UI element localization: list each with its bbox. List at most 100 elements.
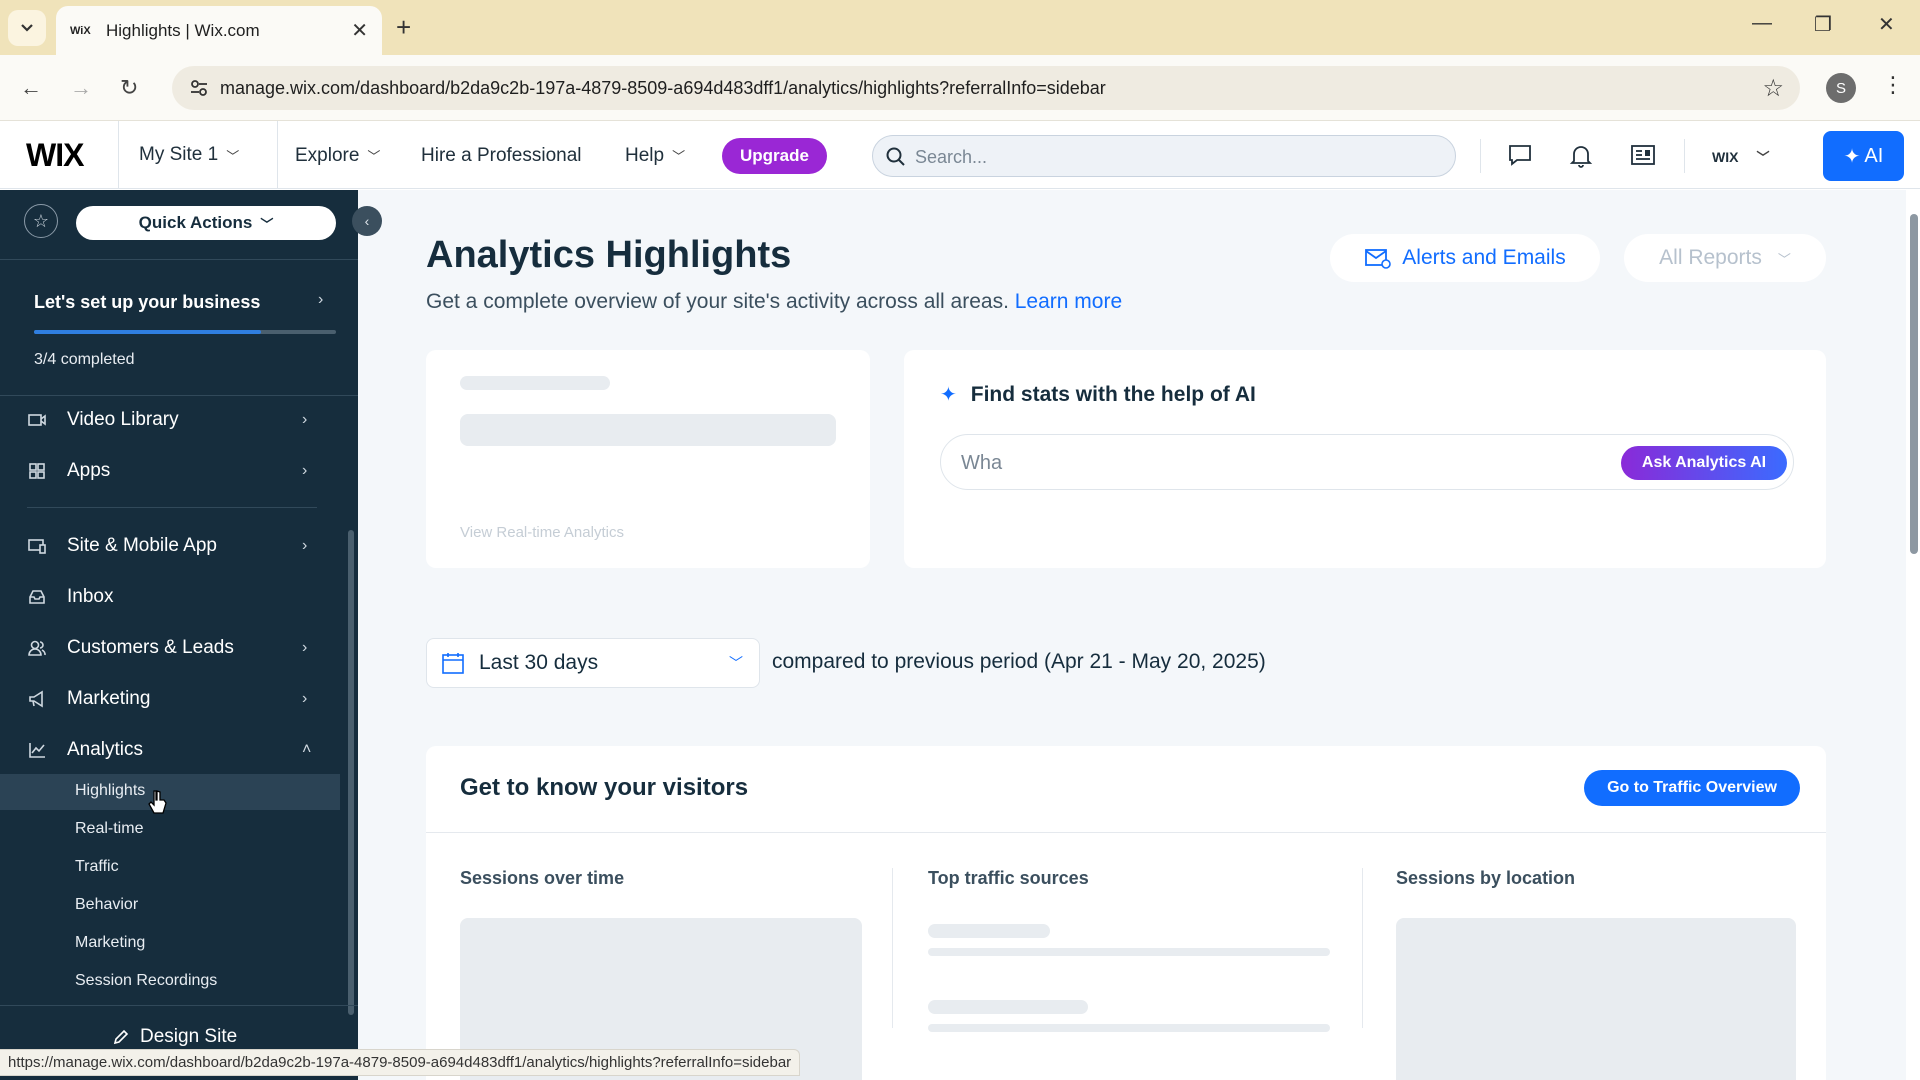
bookmark-star-icon[interactable]: ☆ — [1762, 74, 1784, 103]
wix-topbar: WIX My Site 1 ﹀ Explore ﹀ Hire a Professi… — [0, 121, 1920, 189]
chevron-down-icon — [21, 24, 33, 32]
setup-progress-bar — [34, 330, 336, 334]
help-label: Help — [625, 145, 665, 166]
account-menu[interactable]: WIX ﹀ — [1712, 147, 1769, 166]
divider — [27, 507, 317, 508]
sparkle-icon: ✦ — [1843, 145, 1861, 168]
visitors-title: Get to know your visitors — [460, 774, 749, 801]
chevron-down-icon: ﹀ — [1777, 251, 1791, 267]
chevron-right-icon: › — [302, 537, 308, 554]
search-field[interactable] — [872, 135, 1456, 177]
back-icon[interactable]: ← — [20, 75, 42, 101]
sidebar-sub-real-time[interactable]: Real-time — [75, 820, 143, 838]
sessions-by-location-title: Sessions by location — [1396, 868, 1576, 888]
search-icon — [886, 147, 905, 166]
divider — [0, 395, 358, 396]
setup-business-link[interactable]: Let's set up your business — [34, 292, 260, 313]
minimize-icon[interactable]: — — [1752, 12, 1772, 35]
loading-skeleton — [1396, 918, 1796, 1080]
help-menu[interactable]: Help ﹀ — [625, 145, 685, 167]
divider — [892, 868, 893, 1028]
mail-settings-icon — [1365, 249, 1392, 269]
ask-analytics-ai-button[interactable]: Ask Analytics AI — [1621, 446, 1787, 480]
star-icon[interactable]: ☆ — [24, 204, 58, 238]
apps-icon — [29, 463, 45, 479]
browser-menu-icon[interactable]: ⋮ — [1882, 72, 1904, 98]
search-input[interactable] — [915, 144, 1435, 170]
all-reports-dropdown[interactable]: All Reports ﹀ — [1624, 234, 1826, 282]
comparison-text: compared to previous period (Apr 21 - Ma… — [772, 650, 1266, 673]
new-tab-icon[interactable]: + — [396, 12, 411, 43]
megaphone-icon — [29, 690, 43, 708]
sidebar-item-site-mobile-app[interactable]: Site & Mobile App › — [0, 524, 330, 568]
ai-question-field[interactable]: Ask Analytics AI — [940, 434, 1794, 490]
site-info-icon[interactable] — [188, 77, 210, 99]
upgrade-button[interactable]: Upgrade — [722, 138, 827, 174]
divider — [0, 259, 358, 260]
visitors-card: Get to know your visitors Go to Traffic … — [426, 746, 1826, 1080]
sidebar-sub-highlights[interactable]: Highlights — [75, 782, 145, 800]
restore-icon[interactable]: ❐ — [1814, 12, 1832, 37]
address-bar[interactable]: manage.wix.com/dashboard/b2da9c2b-197a-4… — [172, 66, 1800, 110]
sidebar-sub-session-recordings[interactable]: Session Recordings — [75, 972, 217, 990]
explore-menu[interactable]: Explore ﹀ — [295, 145, 380, 167]
chevron-down-icon: ﹀ — [367, 149, 381, 164]
reload-icon[interactable]: ↻ — [120, 75, 138, 101]
date-range-dropdown[interactable]: Last 30 days ﹀ — [426, 638, 760, 688]
inbox-icon — [29, 590, 45, 604]
design-site-button[interactable]: Design Site — [112, 1026, 237, 1048]
learn-more-link[interactable]: Learn more — [1015, 290, 1122, 313]
browser-tab-active[interactable]: WiX Highlights | Wix.com ✕ — [56, 6, 382, 55]
go-to-traffic-overview-button[interactable]: Go to Traffic Overview — [1584, 770, 1800, 806]
date-range-label: Last 30 days — [479, 651, 599, 674]
top-traffic-sources-title: Top traffic sources — [928, 868, 1089, 888]
sidebar-item-analytics[interactable]: Analytics ˄ — [0, 728, 330, 772]
chevron-down-icon: ﹀ — [729, 655, 743, 671]
link-status-bar: https://manage.wix.com/dashboard/b2da9c2… — [0, 1049, 801, 1076]
news-icon[interactable] — [1630, 143, 1656, 167]
view-realtime-link[interactable]: View Real-time Analytics — [460, 524, 624, 541]
sidebar-scrollbar[interactable] — [348, 530, 354, 1015]
chevron-down-icon: ﹀ — [1756, 150, 1770, 165]
tab-close-icon[interactable]: ✕ — [351, 18, 368, 43]
page-title: Analytics Highlights — [426, 234, 792, 276]
sidebar-sub-behavior[interactable]: Behavior — [75, 896, 138, 914]
alerts-and-emails-button[interactable]: Alerts and Emails — [1330, 234, 1600, 282]
divider — [1684, 139, 1685, 173]
alerts-label: Alerts and Emails — [1402, 246, 1566, 269]
chat-icon[interactable] — [1507, 143, 1533, 167]
sidebar-sub-marketing[interactable]: Marketing — [75, 934, 145, 952]
wix-logo[interactable]: WIX — [26, 137, 84, 174]
bell-icon[interactable] — [1569, 143, 1593, 169]
divider — [0, 1005, 358, 1006]
quick-actions-button[interactable]: Quick Actions ﹀ — [76, 206, 336, 240]
ai-question-input[interactable] — [961, 449, 1601, 477]
sidebar-item-inbox[interactable]: Inbox — [0, 575, 330, 619]
hire-professional-link[interactable]: Hire a Professional — [421, 145, 582, 167]
ai-label: AI — [1864, 144, 1884, 167]
window-close-icon[interactable]: ✕ — [1878, 12, 1895, 37]
chevron-down-icon: ﹀ — [260, 216, 274, 232]
sidebar-item-video-library[interactable]: Video Library › — [0, 398, 330, 442]
page-scrollbar[interactable] — [1910, 200, 1918, 1060]
scrollbar-thumb[interactable] — [1910, 214, 1918, 554]
ai-assistant-button[interactable]: ✦ AI — [1823, 131, 1904, 181]
profile-avatar[interactable]: S — [1826, 73, 1856, 103]
forward-icon[interactable]: → — [70, 75, 92, 101]
main-content: Analytics Highlights Get a complete over… — [358, 190, 1906, 1080]
site-icon — [28, 539, 46, 554]
sidebar-sub-traffic[interactable]: Traffic — [75, 858, 119, 876]
chevron-down-icon: ﹀ — [672, 149, 686, 164]
dashboard-sidebar: ☆ Quick Actions ﹀ Let's set up your busin… — [0, 190, 358, 1080]
tab-search-button[interactable] — [8, 10, 46, 46]
collapse-sidebar-icon[interactable]: ‹ — [352, 206, 382, 236]
chevron-down-icon: ﹀ — [226, 148, 240, 164]
site-selector[interactable]: My Site 1 ﹀ — [118, 121, 278, 189]
sidebar-item-apps[interactable]: Apps › — [0, 449, 330, 493]
url-text: manage.wix.com/dashboard/b2da9c2b-197a-4… — [220, 78, 1106, 98]
browser-toolbar: ← → ↻ manage.wix.com/dashboard/b2da9c2b-… — [0, 55, 1920, 121]
divider — [1480, 139, 1481, 173]
sessions-over-time-title: Sessions over time — [460, 868, 625, 888]
sidebar-item-customers-leads[interactable]: Customers & Leads › — [0, 626, 330, 670]
sidebar-item-marketing[interactable]: Marketing › — [0, 677, 330, 721]
